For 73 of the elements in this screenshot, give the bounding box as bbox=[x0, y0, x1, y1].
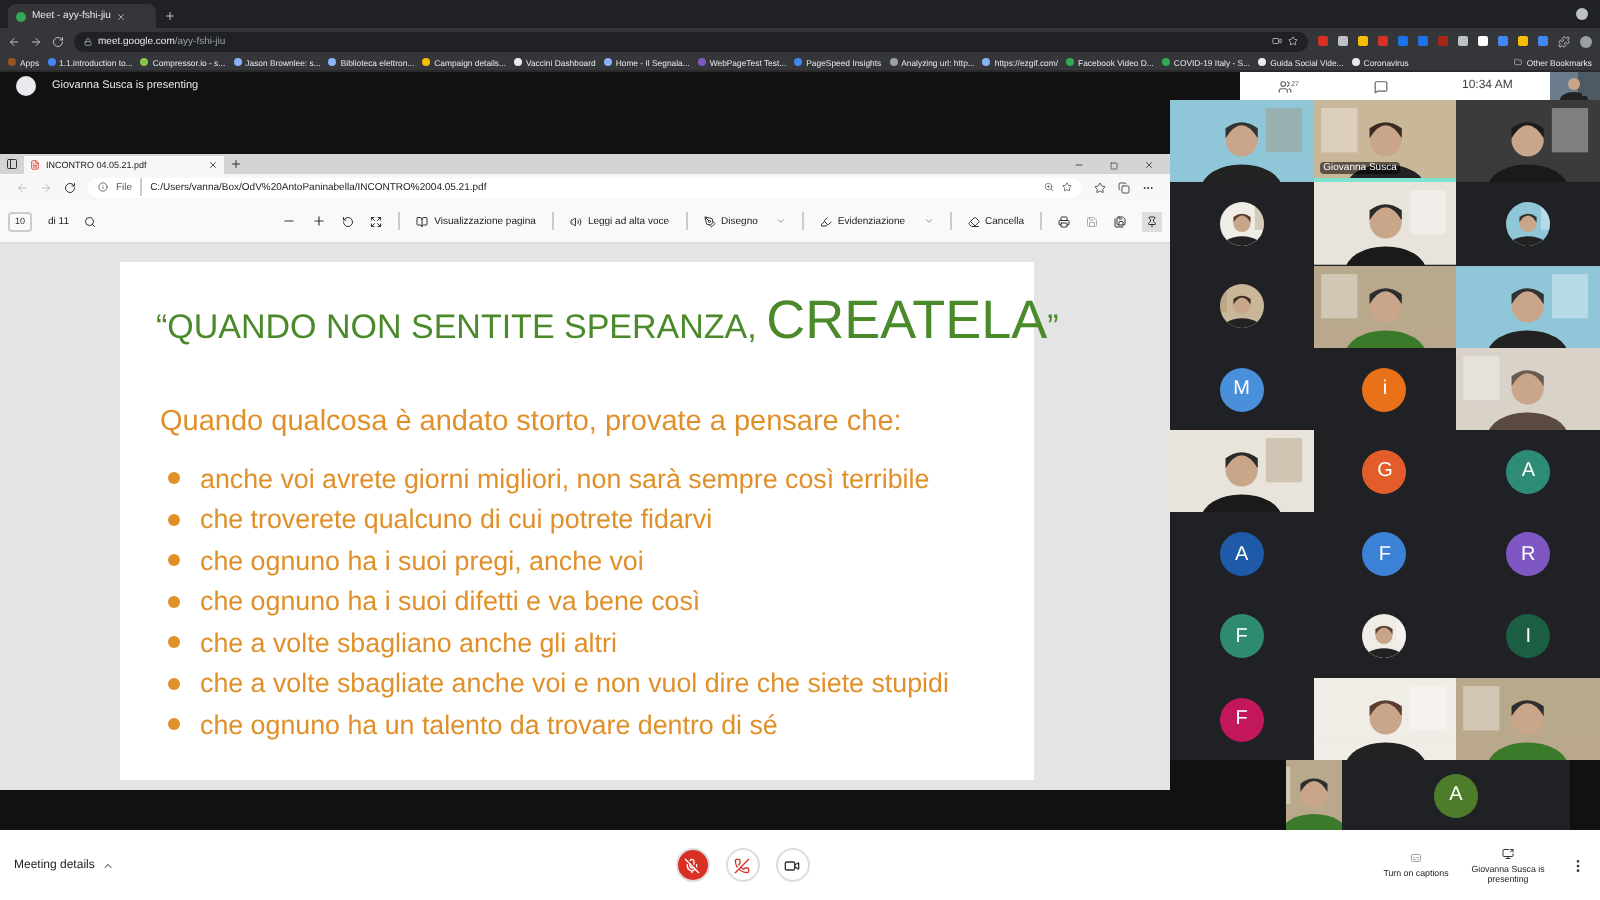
camera-icon[interactable] bbox=[1272, 36, 1282, 46]
zoom-in-icon[interactable] bbox=[312, 214, 327, 228]
new-tab-icon[interactable] bbox=[164, 10, 176, 22]
reload-icon[interactable] bbox=[52, 35, 64, 47]
slide-intro: Quando qualcosa è andato storto, provate a pensare che: bbox=[160, 406, 904, 438]
bullet-icon bbox=[168, 595, 180, 608]
book-icon bbox=[416, 215, 429, 227]
folder-icon bbox=[1514, 58, 1523, 66]
pdf-file-icon bbox=[30, 160, 40, 170]
profile-icon[interactable] bbox=[1576, 8, 1588, 20]
avatar bbox=[16, 76, 36, 96]
puzzle-icon[interactable] bbox=[1558, 35, 1570, 47]
print-icon[interactable] bbox=[1058, 215, 1070, 227]
rotate-icon[interactable] bbox=[342, 215, 355, 227]
save-as-icon[interactable] bbox=[1114, 215, 1126, 227]
avatar: F bbox=[1219, 697, 1264, 742]
zoom-out-icon[interactable] bbox=[282, 214, 297, 228]
hang-up-icon bbox=[734, 857, 751, 873]
avatar: R bbox=[1506, 532, 1551, 577]
apps-icon bbox=[8, 58, 16, 66]
avatar: A bbox=[1506, 449, 1551, 494]
bullet-icon bbox=[168, 718, 180, 731]
favorites-icon[interactable] bbox=[1094, 181, 1106, 193]
maximize-icon[interactable] bbox=[1110, 162, 1118, 170]
avatar: M bbox=[1219, 367, 1264, 412]
forward-icon[interactable] bbox=[30, 35, 42, 47]
collections-icon[interactable] bbox=[1118, 181, 1130, 193]
search-icon[interactable] bbox=[84, 215, 97, 227]
highlighter-icon bbox=[819, 215, 832, 227]
avatar: F bbox=[1362, 532, 1407, 577]
eraser-icon bbox=[967, 215, 980, 227]
speaker-icon bbox=[569, 215, 582, 227]
bullet-text: che ognuno ha i suoi difetti e va bene così bbox=[200, 586, 701, 617]
bullet-text: che troverete qualcuno di cui potrete fidarvi bbox=[200, 504, 713, 535]
pen-icon bbox=[703, 215, 716, 227]
zoom-icon[interactable] bbox=[1044, 182, 1054, 192]
sidebar-icon[interactable] bbox=[6, 158, 18, 170]
avatar: F bbox=[1219, 614, 1264, 659]
captions-icon bbox=[1410, 852, 1422, 864]
avatar: i bbox=[1362, 367, 1407, 412]
microphone-off-icon bbox=[684, 857, 701, 873]
info-icon bbox=[98, 182, 108, 192]
avatar: A bbox=[1434, 773, 1478, 818]
caret-icon bbox=[102, 859, 115, 871]
bullet-icon bbox=[168, 472, 180, 485]
avatar: G bbox=[1362, 449, 1407, 494]
bullet-icon bbox=[168, 636, 180, 649]
screen-share-icon bbox=[1502, 847, 1514, 859]
people-icon[interactable] bbox=[1277, 79, 1292, 93]
star-icon[interactable] bbox=[1288, 36, 1298, 46]
new-tab-icon[interactable] bbox=[230, 158, 242, 170]
bullet-text: che a volte sbagliano anche gli altri bbox=[200, 627, 617, 658]
avatar: A bbox=[1219, 532, 1264, 577]
pin-icon[interactable] bbox=[1142, 211, 1162, 231]
chat-icon[interactable] bbox=[1373, 79, 1388, 93]
back-icon[interactable] bbox=[8, 35, 20, 47]
bullet-icon bbox=[168, 554, 180, 567]
lock-icon bbox=[84, 37, 92, 45]
bullet-text: che ognuno ha i suoi pregi, anche voi bbox=[200, 545, 644, 576]
camera-icon bbox=[784, 857, 801, 873]
camera-button[interactable] bbox=[775, 848, 810, 882]
bullet-icon bbox=[168, 513, 180, 526]
reload-icon[interactable] bbox=[64, 181, 76, 193]
microphone-button[interactable] bbox=[675, 848, 710, 882]
profile-icon[interactable] bbox=[1580, 35, 1592, 47]
avatar: I bbox=[1506, 614, 1551, 659]
slide-title: “QUANDO NON SENTITE SPERANZA, CREATELA” bbox=[156, 288, 1059, 354]
bullet-text: che a volte sbagliate anche voi e non vuol dire che siete stupidi bbox=[200, 668, 949, 699]
bullet-text: anche voi avrete giorni migliori, non sarà sempre così terribile bbox=[200, 463, 930, 494]
star-icon[interactable] bbox=[1062, 182, 1072, 192]
leave-call-button[interactable] bbox=[725, 848, 760, 882]
bullet-icon bbox=[168, 677, 180, 690]
bullet-text: che ognuno ha un talento da trovare dentro di sé bbox=[200, 709, 778, 740]
